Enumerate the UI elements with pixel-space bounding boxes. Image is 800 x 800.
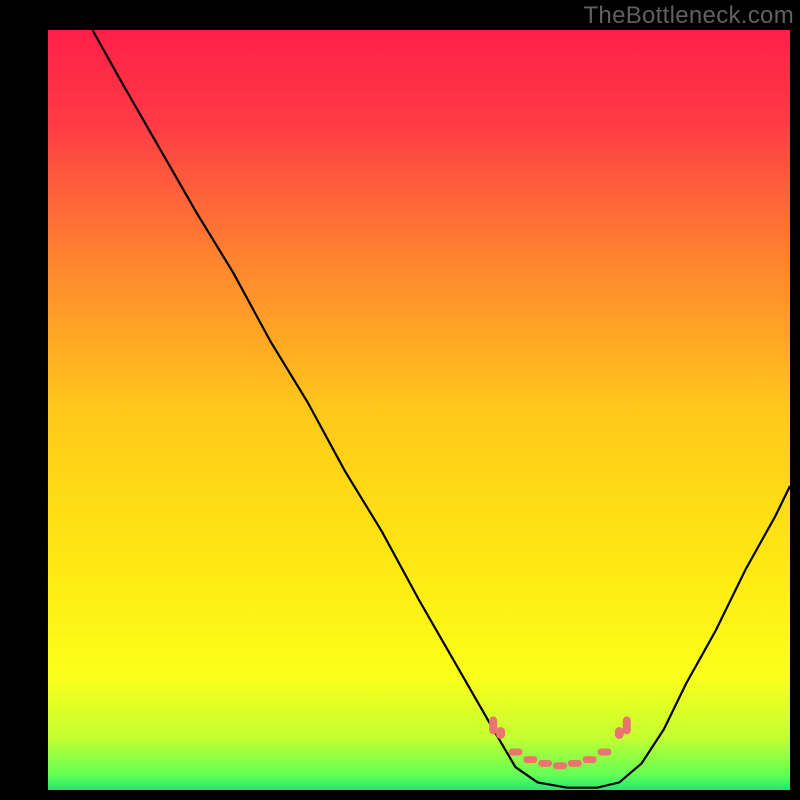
plot-background (48, 30, 790, 790)
optimal-marker (568, 760, 582, 767)
optimal-marker (538, 760, 552, 767)
optimal-marker (509, 749, 523, 756)
optimal-marker (623, 716, 631, 734)
optimal-marker (598, 749, 612, 756)
optimal-marker (489, 716, 497, 734)
optimal-marker (553, 762, 567, 769)
optimal-marker (496, 727, 505, 739)
watermark-text: TheBottleneck.com (583, 2, 794, 30)
optimal-marker (615, 727, 624, 739)
optimal-marker (523, 756, 537, 763)
optimal-marker (583, 756, 597, 763)
bottleneck-chart (0, 0, 800, 800)
chart-frame: TheBottleneck.com (0, 0, 800, 800)
